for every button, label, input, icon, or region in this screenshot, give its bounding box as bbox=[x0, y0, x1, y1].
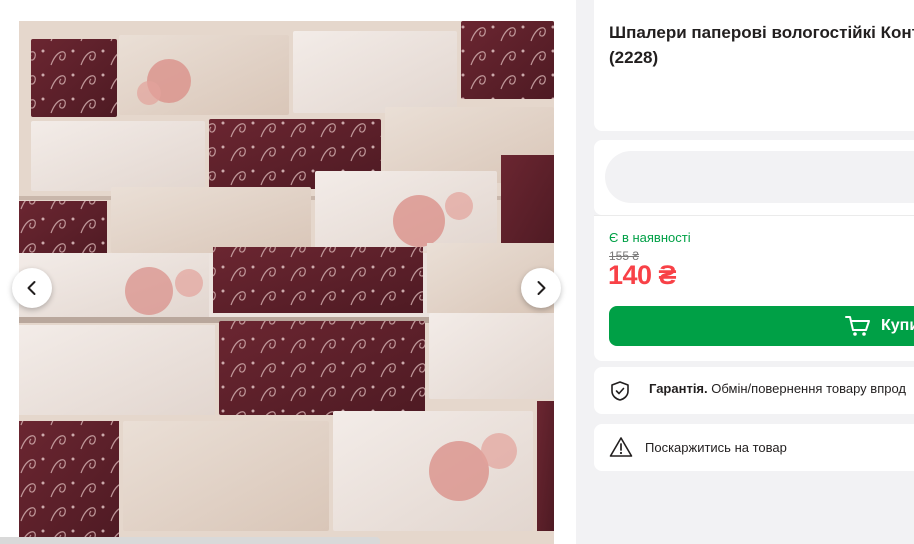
warning-triangle-icon bbox=[609, 437, 633, 457]
gallery-prev-button[interactable] bbox=[12, 268, 52, 308]
buy-button-label: Купи bbox=[881, 317, 914, 334]
stock-status: Є в наявності bbox=[609, 230, 691, 245]
complain-card[interactable]: Поскаржитись на товар bbox=[594, 424, 914, 471]
complain-link[interactable]: Поскаржитись на товар bbox=[645, 440, 787, 455]
buy-card: Є в наявності 155 ₴ 140 ₴ Купи bbox=[594, 215, 914, 361]
chevron-left-icon bbox=[27, 281, 36, 295]
chevron-right-icon bbox=[537, 281, 546, 295]
option-selector[interactable] bbox=[605, 151, 914, 203]
warranty-description: Обмін/повернення товару впрод bbox=[711, 381, 906, 396]
current-price: 140 ₴ bbox=[608, 260, 677, 290]
buy-button[interactable]: Купи bbox=[609, 306, 914, 346]
product-gallery bbox=[0, 0, 576, 544]
warranty-title: Гарантія. bbox=[649, 381, 708, 396]
title-card: Шпалери паперові вологостійкі Конт (2228… bbox=[594, 0, 914, 131]
warranty-text: Гарантія. Обмін/повернення товару впрод bbox=[649, 381, 906, 396]
wallpaper-image bbox=[19, 21, 554, 544]
warranty-card: Гарантія. Обмін/повернення товару впрод bbox=[594, 367, 914, 414]
product-sidebar: Шпалери паперові вологостійкі Конт (2228… bbox=[594, 0, 914, 544]
product-title: Шпалери паперові вологостійкі Конт (2228… bbox=[609, 23, 914, 67]
gallery-next-button[interactable] bbox=[521, 268, 561, 308]
product-photo[interactable] bbox=[19, 21, 554, 544]
option-card bbox=[594, 140, 914, 215]
thumbnail-strip[interactable] bbox=[0, 537, 380, 544]
shield-check-icon bbox=[611, 381, 629, 401]
cart-icon bbox=[845, 316, 870, 336]
